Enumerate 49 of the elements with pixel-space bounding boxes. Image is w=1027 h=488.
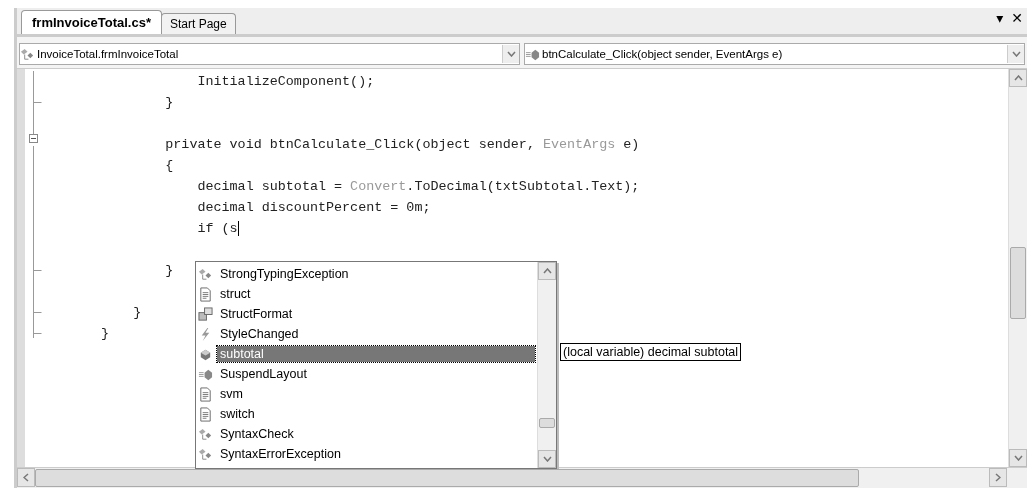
code-line: decimal subtotal = Convert.ToDecimal(txtSubtotal.Text);	[196, 179, 640, 194]
class-icon	[198, 426, 213, 442]
code-line: }	[164, 263, 174, 278]
code-line: }	[132, 305, 142, 320]
tooltip: (local variable) decimal subtotal	[560, 343, 742, 361]
code-line: InitializeComponent();	[196, 74, 375, 89]
chevron-up-icon	[1013, 75, 1023, 81]
document-icon	[198, 286, 213, 302]
member-dropdown[interactable]: btnCalculate_Click(object sender, EventArgs e)	[524, 43, 1025, 65]
chevron-down-icon	[1011, 51, 1021, 57]
completion-item[interactable]: struct	[217, 286, 535, 302]
enum-icon	[198, 306, 213, 322]
completion-item[interactable]: switch	[217, 406, 535, 422]
code-line: if (s	[196, 220, 239, 236]
window-button[interactable]: ✕	[1007, 10, 1027, 32]
class-icon	[198, 266, 213, 282]
chevron-down-icon	[542, 456, 552, 462]
completion-item[interactable]: StructFormat	[217, 306, 535, 322]
scroll-thumb[interactable]	[1010, 247, 1026, 319]
horizontal-scrollbar[interactable]	[17, 467, 1027, 488]
code-line: {	[164, 158, 174, 173]
chevron-down-icon	[506, 51, 516, 57]
document-tab[interactable]: frmInvoiceTotal.cs*	[21, 10, 162, 34]
chevron-up-icon	[542, 268, 552, 274]
code-line: }	[100, 326, 110, 341]
document-tab[interactable]: Start Page	[160, 13, 236, 34]
completion-item[interactable]: StrongTypingException	[217, 266, 535, 282]
window-button[interactable]: ▾	[992, 10, 1008, 32]
code-line: decimal discountPercent = 0m;	[196, 200, 431, 215]
completion-item[interactable]: svm	[217, 386, 535, 402]
completion-item[interactable]: SyntaxErrorException	[217, 446, 535, 462]
completion-item[interactable]: SuspendLayout	[217, 366, 535, 382]
code-line: }	[164, 95, 174, 110]
class-icon	[20, 46, 35, 62]
completion-item[interactable]: subtotal	[217, 346, 535, 362]
vertical-scrollbar[interactable]	[1008, 69, 1027, 467]
code-line: private void btnCalculate_Click(object sender, EventArgs e)	[164, 137, 640, 152]
scroll-thumb[interactable]	[35, 469, 859, 487]
chevron-right-icon	[995, 473, 1001, 482]
document-icon	[198, 406, 213, 422]
completion-item[interactable]: SyntaxCheck	[217, 426, 535, 442]
class-dropdown[interactable]: InvoiceTotal.frmInvoiceTotal	[19, 43, 520, 65]
chevron-down-icon	[1013, 455, 1023, 461]
class-icon	[198, 446, 213, 462]
scroll-thumb[interactable]	[539, 418, 555, 428]
document-icon	[198, 386, 213, 402]
completion-item[interactable]: StyleChanged	[217, 326, 535, 342]
chevron-left-icon	[23, 473, 29, 482]
list-scrollbar[interactable]	[537, 262, 556, 468]
